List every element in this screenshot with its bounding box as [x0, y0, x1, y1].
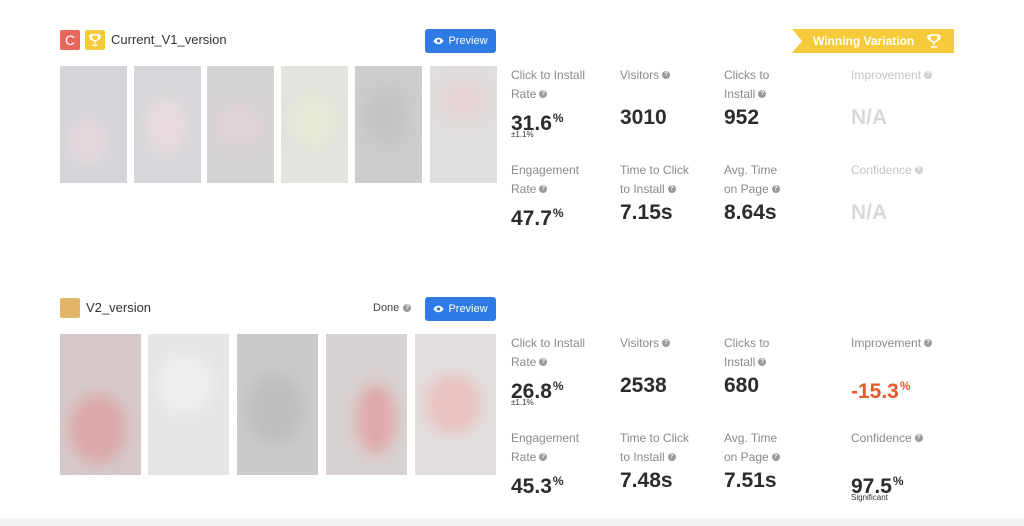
screenshot-thumbnail[interactable] — [430, 66, 497, 183]
avg-time-on-page-value: 7.51s — [724, 469, 777, 492]
improvement-value: -15.3% — [851, 379, 911, 403]
preview-button[interactable]: Preview — [425, 29, 496, 53]
improvement-label: Improvement? — [851, 66, 951, 85]
question-circle-icon[interactable]: ? — [771, 185, 780, 193]
time-to-click-value: 7.15s — [620, 201, 673, 224]
engagement-rate-label: Engagement Rate? — [511, 163, 580, 196]
click-to-install-rate-label: Click to Install Rate? — [511, 336, 586, 369]
trophy-icon — [89, 34, 101, 46]
question-circle-icon[interactable]: ? — [758, 90, 767, 98]
visitors-label: Visitors? — [620, 334, 720, 353]
question-circle-icon[interactable]: ? — [924, 71, 933, 79]
avg-time-on-page-label: Avg. Time on Page? — [724, 161, 824, 199]
page-bottom-divider — [0, 518, 1024, 526]
question-circle-icon[interactable]: ? — [924, 339, 933, 347]
avg-time-on-page-label: Avg. Time on Page? — [724, 429, 824, 467]
improvement-label: Improvement? — [851, 334, 951, 353]
confidence-value: N/A — [851, 201, 888, 224]
question-circle-icon[interactable]: ? — [539, 358, 548, 366]
confidence-label: Confidence? — [851, 429, 951, 448]
question-circle-icon[interactable]: ? — [662, 71, 671, 79]
engagement-rate-value: 47.7% — [511, 206, 564, 230]
clicks-to-install-value: 680 — [724, 374, 760, 397]
click-to-install-rate-label: Click to Install Rate? — [511, 68, 586, 101]
screenshot-thumbnail[interactable] — [148, 334, 229, 475]
winning-variation-banner: Winning Variation — [792, 29, 954, 53]
trophy-icon — [927, 34, 941, 48]
question-circle-icon[interactable]: ? — [758, 358, 767, 366]
screenshot-thumbnail[interactable] — [134, 66, 201, 183]
status-label: Done? — [373, 302, 412, 314]
screenshot-thumbnail[interactable] — [237, 334, 318, 475]
question-circle-icon[interactable]: ? — [403, 304, 412, 312]
clicks-to-install-label: Clicks to Install? — [724, 68, 770, 101]
eye-icon — [433, 37, 444, 45]
clicks-to-install-label: Clicks to Install? — [724, 336, 770, 369]
preview-button-label: Preview — [448, 303, 488, 315]
preview-button[interactable]: Preview — [425, 297, 496, 321]
screenshot-thumbnail[interactable] — [415, 334, 496, 475]
screenshot-thumbnail[interactable] — [281, 66, 348, 183]
variation-name: V2_version — [86, 300, 152, 315]
winning-variation-label: Winning Variation — [813, 34, 915, 48]
screenshot-thumbnail[interactable] — [60, 334, 141, 475]
preview-button-label: Preview — [448, 35, 488, 47]
clicks-to-install-value: 952 — [724, 106, 760, 129]
question-circle-icon[interactable]: ? — [667, 453, 676, 461]
question-circle-icon[interactable]: ? — [667, 185, 676, 193]
winner-badge — [85, 30, 105, 50]
screenshot-thumbnail[interactable] — [60, 66, 127, 183]
screenshot-thumbnail[interactable] — [207, 66, 274, 183]
click-to-install-rate-margin: ±1.1% — [511, 398, 534, 407]
click-to-install-rate-margin: ±1.1% — [511, 130, 534, 139]
question-circle-icon[interactable]: ? — [539, 90, 548, 98]
improvement-value: N/A — [851, 106, 888, 129]
avg-time-on-page-value: 8.64s — [724, 201, 777, 224]
control-badge-letter: C — [64, 32, 76, 48]
time-to-click-label: Time to Click to Install? — [620, 163, 689, 196]
screenshot-thumbnail[interactable] — [326, 334, 407, 475]
variation-name: Current_V1_version — [111, 32, 227, 47]
confidence-significance: Significant — [851, 493, 888, 502]
question-circle-icon[interactable]: ? — [662, 339, 671, 347]
engagement-rate-label: Engagement Rate? — [511, 431, 580, 464]
time-to-click-label: Time to Click to Install? — [620, 431, 689, 464]
engagement-rate-value: 45.3% — [511, 474, 564, 498]
question-circle-icon[interactable]: ? — [539, 453, 548, 461]
question-circle-icon[interactable]: ? — [914, 166, 923, 174]
confidence-label: Confidence? — [851, 161, 951, 180]
status-text: Done — [373, 302, 400, 314]
eye-icon — [433, 305, 444, 313]
variation-color-badge — [60, 298, 80, 318]
time-to-click-value: 7.48s — [620, 469, 673, 492]
visitors-value: 2538 — [620, 374, 667, 397]
question-circle-icon[interactable]: ? — [771, 453, 780, 461]
question-circle-icon[interactable]: ? — [914, 434, 923, 442]
visitors-value: 3010 — [620, 106, 667, 129]
visitors-label: Visitors? — [620, 66, 720, 85]
screenshot-thumbnail[interactable] — [355, 66, 422, 183]
control-badge: C — [60, 30, 80, 50]
question-circle-icon[interactable]: ? — [539, 185, 548, 193]
